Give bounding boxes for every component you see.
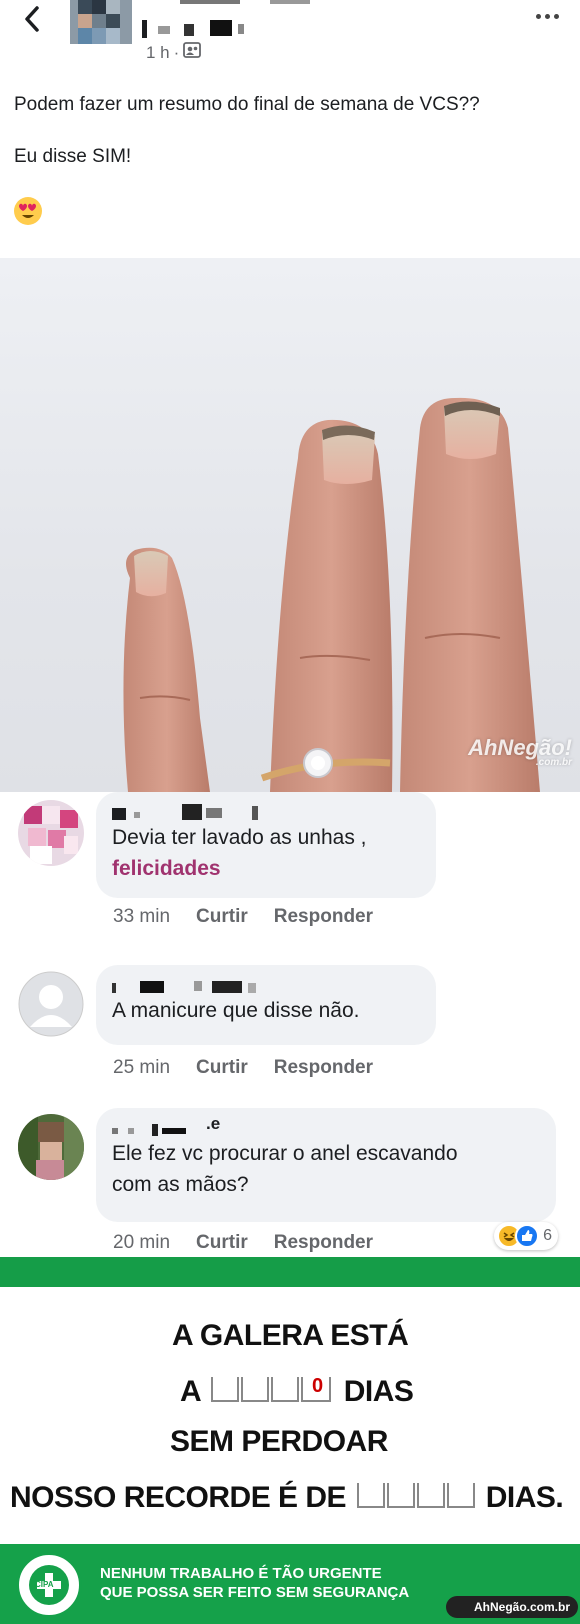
commenter-name-redacted[interactable]: .e	[112, 1114, 540, 1138]
like-button[interactable]: Curtir	[196, 1232, 248, 1254]
digit-boxes	[354, 1479, 478, 1519]
more-dots-icon[interactable]	[530, 6, 564, 26]
sign-line-3: SEM PERDOAR	[170, 1425, 388, 1458]
post-header: 1 h ·	[0, 0, 580, 70]
post-line-1: Podem fazer um resumo do final de semana…	[14, 94, 480, 115]
comment-actions: 33 min Curtir Responder	[113, 906, 373, 928]
friends-icon	[183, 42, 202, 63]
comment-text: A manicure que disse não.	[112, 999, 360, 1022]
safety-sign-image: A GALERA ESTÁ A 0 DIAS SEM PERDOAR NOSSO…	[0, 1257, 580, 1624]
comment-text: Devia ter lavado as unhas ,	[112, 826, 367, 849]
comment-actions: 25 min Curtir Responder	[113, 1057, 373, 1079]
sign-warning-text: NENHUM TRABALHO É TÃO URGENTE QUE POSSA …	[100, 1565, 410, 1601]
heart-eyes-emoji	[14, 197, 42, 225]
reply-button[interactable]: Responder	[274, 1232, 373, 1254]
chevron-left-icon[interactable]	[18, 4, 48, 34]
comment-bubble: A manicure que disse não.	[96, 965, 436, 1045]
post-time: 1 h	[146, 42, 170, 62]
digit-value: 0	[312, 1375, 323, 1397]
like-button[interactable]: Curtir	[196, 906, 248, 928]
like-reaction-icon	[515, 1224, 540, 1248]
commenter-avatar[interactable]	[18, 1114, 84, 1180]
sign-line-1: A GALERA ESTÁ	[172, 1319, 409, 1352]
watermark: AhNegão! .com.br	[468, 735, 572, 768]
reply-button[interactable]: Responder	[274, 1057, 373, 1079]
default-avatar-icon[interactable]	[18, 971, 84, 1037]
reactions-summary[interactable]: 6	[494, 1222, 558, 1250]
sign-line-4: NOSSO RECORDE É DE DIAS.	[10, 1479, 564, 1519]
sign-footer: CIPA NENHUM TRABALHO É TÃO URGENTE QUE P…	[0, 1544, 580, 1624]
reactions-count: 6	[543, 1227, 552, 1244]
post-meta: 1 h ·	[146, 42, 202, 63]
post-photo[interactable]: AhNegão! .com.br	[0, 258, 580, 792]
author-name-redacted[interactable]	[140, 0, 440, 38]
ahnegao-badge[interactable]: AhNegão.com.br	[445, 1596, 578, 1618]
author-avatar[interactable]	[70, 0, 132, 44]
comment-time: 20 min	[113, 1232, 171, 1253]
reply-button[interactable]: Responder	[274, 906, 373, 928]
comment-bubble: .e Ele fez vc procurar o anel escavando …	[96, 1108, 556, 1222]
hand-ring-image	[123, 397, 540, 792]
sign-line-2: A 0 DIAS	[180, 1373, 414, 1413]
post-body: Podem fazer um resumo do final de semana…	[14, 93, 480, 232]
comment-text-cont: com as mãos?	[112, 1173, 249, 1196]
comment-bubble: Devia ter lavado as unhas , felicidades	[96, 792, 436, 898]
post-line-2: Eu disse SIM!	[14, 146, 132, 167]
cipa-seal: CIPA	[16, 1552, 82, 1618]
comment-actions: 20 min Curtir Responder	[113, 1232, 373, 1254]
commenter-name-redacted[interactable]	[112, 802, 420, 822]
comment-text: Ele fez vc procurar o anel escavando	[112, 1142, 458, 1165]
sign-top-bar	[0, 1257, 580, 1287]
comment-time: 33 min	[113, 906, 171, 927]
comment-time: 25 min	[113, 1057, 171, 1078]
like-button[interactable]: Curtir	[196, 1057, 248, 1079]
mention-link[interactable]: felicidades	[112, 853, 420, 884]
commenter-avatar[interactable]	[18, 800, 84, 866]
commenter-name-redacted[interactable]	[112, 975, 420, 995]
